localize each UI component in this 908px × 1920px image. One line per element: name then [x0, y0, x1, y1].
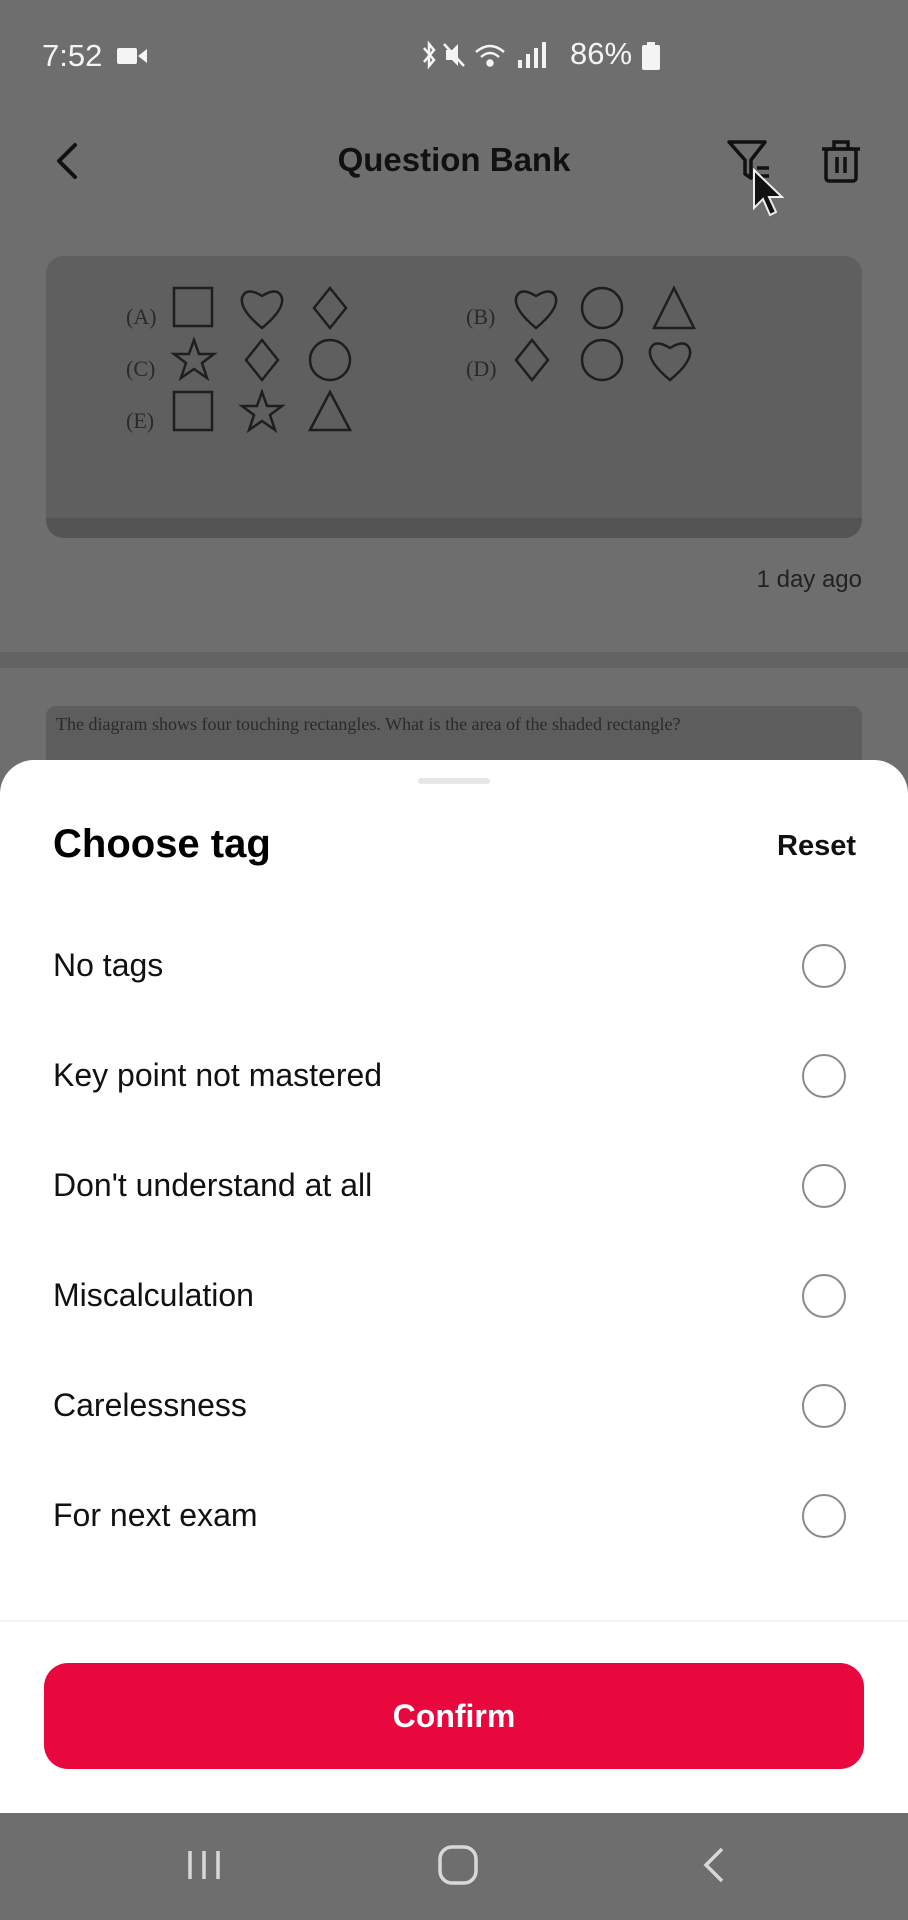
sheet-divider: [0, 1620, 908, 1622]
question-timestamp: 1 day ago: [756, 566, 862, 593]
status-time: 7:52: [42, 38, 103, 73]
tag-option-key-point-not-mastered[interactable]: Key point not mastered: [0, 1020, 908, 1130]
tag-label: Carelessness: [53, 1387, 247, 1423]
recents-icon[interactable]: [184, 1845, 224, 1885]
tag-option-miscalculation[interactable]: Miscalculation: [0, 1240, 908, 1350]
status-bar: 7:52 86%: [0, 0, 908, 110]
sheet-drag-handle[interactable]: [418, 778, 490, 784]
reset-button[interactable]: Reset: [777, 826, 856, 867]
wifi-icon: [475, 44, 505, 67]
mute-icon: [443, 43, 465, 67]
list-divider: [0, 652, 908, 668]
tag-label: For next exam: [53, 1497, 258, 1533]
tag-bottom-sheet: Choose tag Reset No tags Key point not m…: [0, 760, 908, 1813]
tag-label: Key point not mastered: [53, 1057, 383, 1093]
radio-button[interactable]: [802, 1164, 846, 1208]
tag-label: No tags: [53, 947, 164, 983]
tag-list: No tags Key point not mastered Don't und…: [0, 910, 908, 1570]
tag-label: Miscalculation: [53, 1277, 254, 1313]
radio-button[interactable]: [802, 1274, 846, 1318]
tag-option-no-tags[interactable]: No tags: [0, 910, 908, 1020]
question-text: The diagram shows four touching rectangl…: [56, 714, 681, 734]
question-image: (A) (C) (E) (B) (D): [46, 256, 862, 538]
confirm-button[interactable]: Confirm: [44, 1663, 864, 1769]
screen-record-icon: [117, 48, 147, 64]
option-d-label: (D): [466, 356, 497, 381]
delete-button[interactable]: [812, 128, 870, 194]
radio-button[interactable]: [802, 1384, 846, 1428]
mouse-cursor-icon: [753, 168, 785, 217]
option-e-label: (E): [126, 408, 154, 433]
connectivity-icons: [423, 40, 546, 70]
system-nav-bar: [0, 1813, 908, 1920]
signal-icon: [518, 42, 546, 68]
tag-option-carelessness[interactable]: Carelessness: [0, 1350, 908, 1460]
option-a-label: (A): [126, 304, 157, 329]
trash-icon: [822, 140, 860, 183]
back-nav-icon[interactable]: [696, 1845, 732, 1885]
radio-button[interactable]: [802, 1054, 846, 1098]
battery-percent: 86%: [570, 36, 633, 71]
question-card[interactable]: (A) (C) (E) (B) (D): [46, 256, 862, 538]
tag-option-dont-understand[interactable]: Don't understand at all: [0, 1130, 908, 1240]
radio-button[interactable]: [802, 944, 846, 988]
option-c-label: (C): [126, 356, 155, 381]
tag-label: Don't understand at all: [53, 1167, 373, 1203]
battery-icon: [642, 42, 660, 70]
tag-option-for-next-exam[interactable]: For next exam: [0, 1460, 908, 1570]
home-icon[interactable]: [436, 1843, 480, 1887]
option-b-label: (B): [466, 304, 495, 329]
sheet-title: Choose tag: [53, 822, 271, 866]
bluetooth-icon: [423, 40, 436, 70]
radio-button[interactable]: [802, 1494, 846, 1538]
